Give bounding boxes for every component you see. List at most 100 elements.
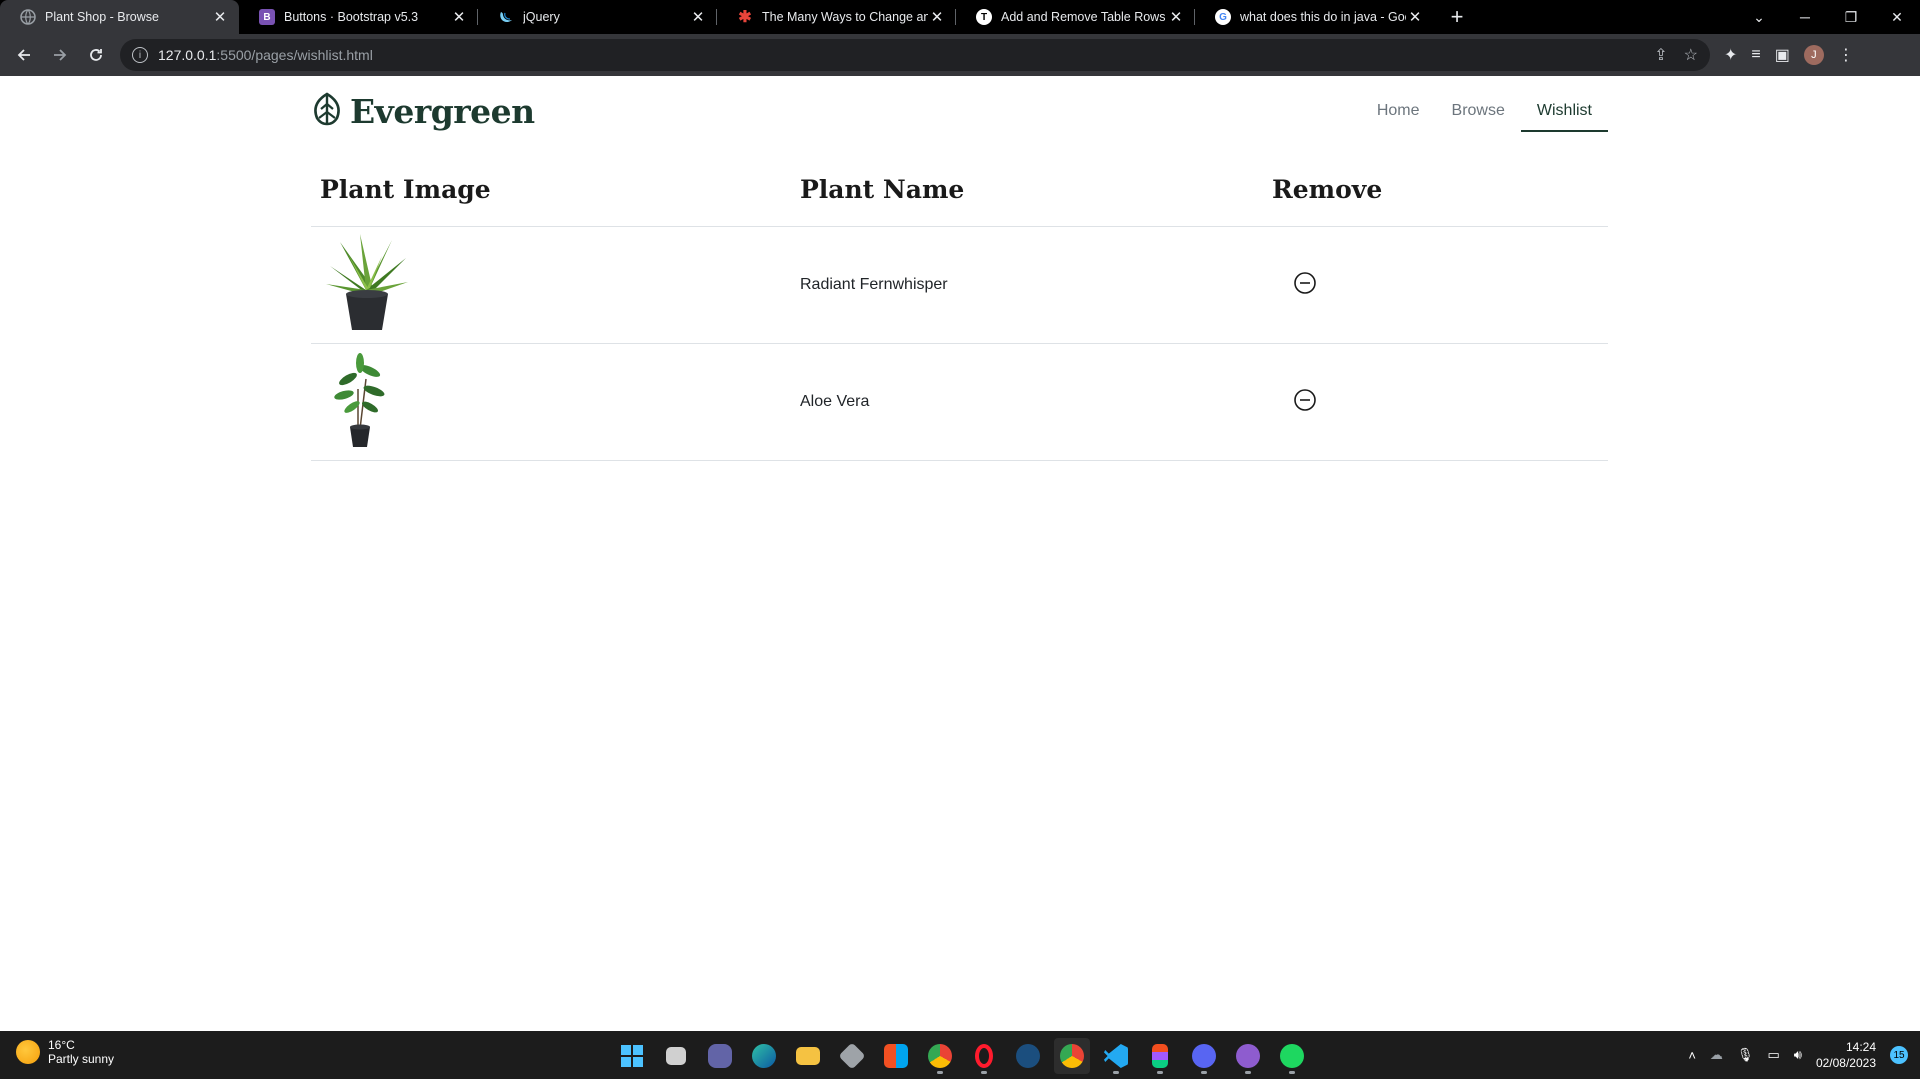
close-tab-icon[interactable]: ✕	[211, 8, 229, 26]
taskbar-apps	[614, 1038, 1310, 1074]
remove-cell	[1263, 343, 1608, 461]
start-button[interactable]	[614, 1038, 650, 1074]
web-page: Evergreen Home Browse Wishlist Plant Ima…	[0, 76, 1920, 1031]
restore-button[interactable]: ❐	[1828, 0, 1874, 34]
brand-logo[interactable]: Evergreen	[311, 92, 535, 131]
remove-button[interactable]	[1292, 270, 1318, 296]
remove-cell	[1263, 226, 1608, 344]
network-icon[interactable]: ▭	[1767, 1047, 1779, 1063]
jquery-icon	[498, 9, 514, 25]
file-explorer-icon[interactable]	[790, 1038, 826, 1074]
menu-kebab-icon[interactable]: ⋮	[1838, 45, 1854, 65]
teams-chat-icon[interactable]	[702, 1038, 738, 1074]
share-icon[interactable]: ⇪	[1654, 45, 1667, 65]
tab-title: what does this do in java - Goog	[1240, 10, 1406, 24]
steam-icon[interactable]	[1010, 1038, 1046, 1074]
url-host: 127.0.0.1	[158, 47, 217, 63]
wishlist-table: Plant Image Plant Name Remove Radiant Fe…	[311, 153, 1608, 461]
plant-image-cell	[311, 226, 791, 344]
forward-button[interactable]	[44, 39, 76, 71]
table-row: Aloe Vera	[311, 343, 1608, 461]
tab-search-icon[interactable]: ⌄	[1736, 0, 1782, 34]
close-tab-icon[interactable]: ✕	[450, 8, 468, 26]
figma-icon[interactable]	[1142, 1038, 1178, 1074]
main-nav: Home Browse Wishlist	[1361, 76, 1609, 146]
close-tab-icon[interactable]: ✕	[1406, 8, 1424, 26]
reload-button[interactable]	[80, 39, 112, 71]
microsoft-store-icon[interactable]	[878, 1038, 914, 1074]
back-button[interactable]	[8, 39, 40, 71]
bootstrap-icon: B	[259, 9, 275, 25]
nav-wishlist[interactable]: Wishlist	[1520, 76, 1609, 146]
table-header-row: Plant Image Plant Name Remove	[311, 153, 1608, 227]
google-icon: G	[1215, 9, 1231, 25]
site-info-icon[interactable]: i	[132, 47, 148, 63]
taskbar: 16°C Partly sunny ˄ ☁ 🎙︎ ▭ 🔊︎ 14:24 02/0…	[0, 1031, 1920, 1079]
partly-sunny-icon	[16, 1040, 40, 1064]
close-tab-icon[interactable]: ✕	[1167, 8, 1185, 26]
new-tab-button[interactable]: +	[1440, 0, 1474, 34]
plant-image	[334, 353, 385, 447]
nav-browse[interactable]: Browse	[1436, 76, 1521, 146]
bookmark-star-icon[interactable]: ☆	[1684, 45, 1698, 65]
date: 02/08/2023	[1815, 1056, 1876, 1070]
tab-plant-shop[interactable]: Plant Shop - Browse ✕	[0, 0, 239, 34]
side-panel-icon[interactable]: ▣	[1775, 45, 1790, 65]
unity-icon[interactable]	[834, 1038, 870, 1074]
onedrive-icon[interactable]: ☁	[1710, 1047, 1723, 1063]
weather-desc: Partly sunny	[48, 1052, 115, 1066]
header-plant-name: Plant Name	[791, 153, 1263, 227]
tab-table-rows[interactable]: T Add and Remove Table Rows Dy ✕	[956, 0, 1195, 34]
microphone-icon[interactable]: 🎙︎	[1737, 1047, 1754, 1063]
tab-title: The Many Ways to Change an SV	[762, 10, 928, 24]
tab-title: Add and Remove Table Rows Dy	[1001, 10, 1167, 24]
window-controls: ⌄ ─ ❐ ✕	[1736, 0, 1920, 34]
tab-title: jQuery	[523, 10, 560, 24]
volume-icon[interactable]: 🔊︎	[1794, 1047, 1802, 1063]
leaf-icon	[311, 91, 343, 131]
browser-tabstrip: Plant Shop - Browse ✕ B Buttons · Bootst…	[0, 0, 1920, 34]
browser-toolbar: i 127.0.0.1:5500/pages/wishlist.html ⇪ ☆…	[0, 34, 1920, 76]
css-tricks-icon: ✱	[738, 9, 752, 26]
brand-name: Evergreen	[350, 91, 535, 131]
header-remove: Remove	[1263, 153, 1608, 227]
edge-icon[interactable]	[746, 1038, 782, 1074]
vscode-icon[interactable]	[1098, 1038, 1134, 1074]
weather-widget[interactable]: 16°C Partly sunny	[16, 1038, 114, 1066]
close-window-button[interactable]: ✕	[1874, 0, 1920, 34]
nav-home[interactable]: Home	[1361, 76, 1436, 146]
time: 14:24	[1845, 1040, 1876, 1054]
tab-bootstrap[interactable]: B Buttons · Bootstrap v5.3 ✕	[239, 0, 478, 34]
close-tab-icon[interactable]: ✕	[689, 8, 707, 26]
address-bar[interactable]: i 127.0.0.1:5500/pages/wishlist.html ⇪ ☆	[120, 39, 1710, 71]
tab-jquery[interactable]: jQuery ✕	[478, 0, 717, 34]
extensions-icon[interactable]: ✦	[1724, 45, 1737, 65]
minus-circle-icon	[1294, 388, 1316, 411]
table-row: Radiant Fernwhisper	[311, 226, 1608, 344]
remove-button[interactable]	[1292, 387, 1318, 413]
site-header: Evergreen Home Browse Wishlist	[311, 76, 1609, 146]
system-tray: ˄ ☁ 🎙︎ ▭ 🔊︎ 14:24 02/08/2023 15	[1688, 1031, 1920, 1079]
tab-css-tricks[interactable]: ✱ The Many Ways to Change an SV ✕	[717, 0, 956, 34]
header-plant-image: Plant Image	[311, 153, 791, 227]
notification-badge[interactable]: 15	[1890, 1046, 1908, 1064]
tab-google[interactable]: G what does this do in java - Goog ✕	[1195, 0, 1434, 34]
chrome-active-icon[interactable]	[1054, 1038, 1090, 1074]
media-controls-icon[interactable]: ≡	[1751, 46, 1760, 64]
plant-name: Radiant Fernwhisper	[791, 226, 1263, 344]
discord-icon[interactable]	[1186, 1038, 1222, 1074]
profile-avatar[interactable]: J	[1803, 45, 1824, 65]
clock[interactable]: 14:24 02/08/2023	[1816, 1039, 1876, 1071]
close-tab-icon[interactable]: ✕	[928, 8, 946, 26]
tab-title: Buttons · Bootstrap v5.3	[284, 10, 419, 24]
spotify-icon[interactable]	[1274, 1038, 1310, 1074]
github-desktop-icon[interactable]	[1230, 1038, 1266, 1074]
tab-title: Plant Shop - Browse	[45, 10, 159, 24]
task-view-icon[interactable]	[658, 1038, 694, 1074]
chevron-up-icon[interactable]: ˄	[1688, 1048, 1696, 1063]
plant-image	[326, 234, 408, 330]
opera-icon[interactable]	[966, 1038, 1002, 1074]
minimize-button[interactable]: ─	[1782, 0, 1828, 34]
chrome-icon[interactable]	[922, 1038, 958, 1074]
plant-name: Aloe Vera	[791, 343, 1263, 461]
